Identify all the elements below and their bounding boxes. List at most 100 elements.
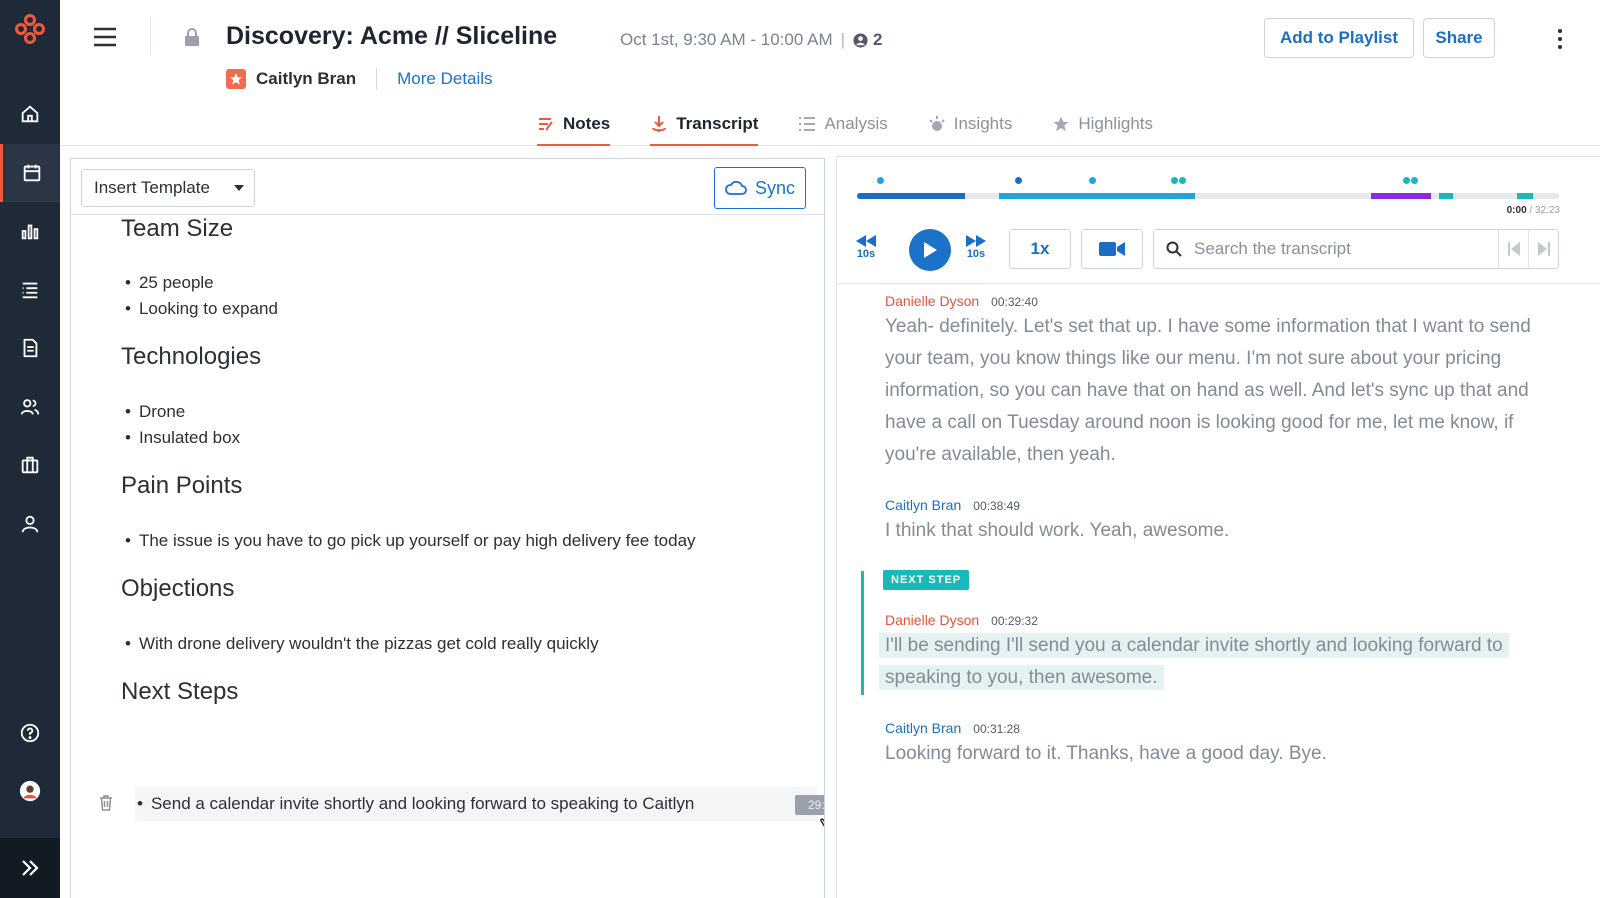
current-time: 0:00 <box>1506 205 1527 216</box>
sync-button[interactable]: Sync <box>714 167 806 209</box>
search-next-button[interactable] <box>1528 230 1558 268</box>
star-badge-icon <box>230 73 242 85</box>
more-details-link[interactable]: More Details <box>397 69 492 89</box>
participants-number: 2 <box>873 30 883 49</box>
next-step-note-text: Send a calendar invite shortly and looki… <box>137 794 694 814</box>
transcript-utterance[interactable]: Caitlyn Bran 00:38:49 I think that shoul… <box>885 497 1565 547</box>
rail-item-briefcase[interactable] <box>0 436 60 494</box>
timeline-marker[interactable] <box>1089 177 1096 184</box>
tab-highlights[interactable]: Highlights <box>1032 102 1173 146</box>
note-bullet: Drone <box>125 402 185 422</box>
note-heading: Technologies <box>121 343 262 370</box>
app-logo[interactable] <box>0 0 60 58</box>
owner-divider <box>376 68 378 90</box>
next-step-bar <box>861 571 864 695</box>
transcript-utterance[interactable]: Danielle Dyson 00:32:40 Yeah- definitely… <box>885 293 1565 471</box>
rail-item-calendar[interactable] <box>0 144 60 202</box>
utterance-text: Looking forward to it. Thanks, have a go… <box>885 743 1327 764</box>
owner-name: Caitlyn Bran <box>256 69 357 88</box>
lock-icon <box>185 28 199 46</box>
tab-analysis[interactable]: Analysis <box>778 102 907 146</box>
tab-bar: Notes Transcript Analysis Insights Highl… <box>517 102 1173 146</box>
caret-down-icon <box>234 185 244 191</box>
home-icon <box>21 105 39 123</box>
people-icon <box>20 399 40 415</box>
timeline-marker[interactable] <box>1015 177 1022 184</box>
video-camera-icon <box>1099 242 1125 256</box>
note-heading: Next Steps <box>121 678 239 705</box>
user-icon <box>21 515 39 533</box>
add-to-playlist-button[interactable]: Add to Playlist <box>1264 18 1414 58</box>
skip-forward-button[interactable]: 10s <box>961 235 991 271</box>
timeline-marker[interactable] <box>1403 177 1410 184</box>
notes-icon <box>539 118 553 131</box>
time-readout: 0:00 / 32:23 <box>1507 205 1560 216</box>
timeline-marker[interactable] <box>1411 177 1418 184</box>
hamburger-icon <box>94 27 116 47</box>
rewind-icon <box>856 235 876 247</box>
utterance-timestamp[interactable]: 00:32:40 <box>991 295 1038 309</box>
calendar-icon <box>23 164 40 182</box>
participants-count[interactable]: 2 <box>853 30 883 50</box>
rail-item-analytics[interactable] <box>0 202 60 260</box>
share-button[interactable]: Share <box>1423 18 1495 58</box>
help-icon <box>20 723 40 743</box>
analysis-icon <box>799 117 816 131</box>
call-timeline[interactable] <box>857 193 1559 199</box>
chevron-double-right-icon <box>22 860 39 876</box>
next-step-note-row[interactable]: Send a calendar invite shortly and looki… <box>135 787 824 827</box>
utterance-timestamp[interactable]: 00:38:49 <box>973 499 1020 513</box>
note-heading: Objections <box>121 575 235 602</box>
rail-item-help[interactable] <box>0 704 60 762</box>
header-divider <box>150 16 151 56</box>
skip-back-button[interactable]: 10s <box>851 235 881 271</box>
more-options-button[interactable] <box>1550 26 1570 52</box>
timeline-marker[interactable] <box>877 177 884 184</box>
tab-insights[interactable]: Insights <box>908 102 1033 146</box>
owner-row: Caitlyn Bran More Details <box>226 66 493 92</box>
pointer-hand-icon <box>820 818 824 827</box>
skip-previous-icon <box>1507 242 1520 256</box>
tab-notes[interactable]: Notes <box>517 102 630 146</box>
rail-item-people[interactable] <box>0 378 60 436</box>
trash-icon[interactable] <box>99 795 113 811</box>
insert-template-dropdown[interactable]: Insert Template <box>81 169 255 207</box>
timeline-marker[interactable] <box>1171 177 1178 184</box>
search-prev-button[interactable] <box>1498 230 1528 268</box>
call-meta: Oct 1st, 9:30 AM - 10:00 AM | 2 <box>620 30 883 50</box>
briefcase-icon <box>21 456 39 474</box>
play-button[interactable] <box>909 229 951 271</box>
transcript-utterance-highlighted[interactable]: Danielle Dyson 00:29:32 I'll be sending … <box>879 612 1565 694</box>
highlighted-utterance-text: I'll be sending I'll send you a calendar… <box>879 633 1509 690</box>
playback-speed-button[interactable]: 1x <box>1009 229 1071 269</box>
utterance-timestamp[interactable]: 00:29:32 <box>991 614 1038 628</box>
bar-chart-icon <box>21 224 39 240</box>
logo-icon <box>15 14 45 44</box>
timeline-segment-other <box>1371 193 1431 199</box>
transcript-search-input[interactable] <box>1194 231 1498 267</box>
expand-rail-button[interactable] <box>0 838 60 898</box>
note-bullet: 25 people <box>125 273 214 293</box>
rail-item-avatar[interactable] <box>0 762 60 820</box>
utterance-timestamp[interactable]: 00:31:28 <box>973 722 1020 736</box>
note-bullet: The issue is you have to go pick up your… <box>125 531 696 551</box>
timeline-segment-danielle <box>857 193 965 199</box>
note-bullet: Looking to expand <box>125 299 278 319</box>
rail-item-lists[interactable] <box>0 261 60 319</box>
duration: / 32:23 <box>1529 205 1560 216</box>
rail-item-profile[interactable] <box>0 495 60 553</box>
skip-next-icon <box>1537 242 1550 256</box>
page-title: Discovery: Acme // Sliceline <box>226 22 558 50</box>
rail-item-home[interactable] <box>0 85 60 143</box>
transcript-utterance[interactable]: Caitlyn Bran 00:31:28 Looking forward to… <box>885 720 1565 770</box>
note-heading: Team Size <box>121 215 234 242</box>
video-toggle-button[interactable] <box>1081 229 1143 269</box>
rail-item-documents[interactable] <box>0 319 60 377</box>
timeline-segment-next-step <box>1439 193 1453 199</box>
notes-editor[interactable]: Team Size 25 people Looking to expand Te… <box>71 215 824 898</box>
timeline-marker[interactable] <box>1179 177 1186 184</box>
notes-toolbar: Insert Template Sync <box>71 159 824 215</box>
tab-transcript[interactable]: Transcript <box>630 102 778 146</box>
menu-button[interactable] <box>92 24 118 50</box>
next-step-badge: NEXT STEP <box>883 570 970 590</box>
